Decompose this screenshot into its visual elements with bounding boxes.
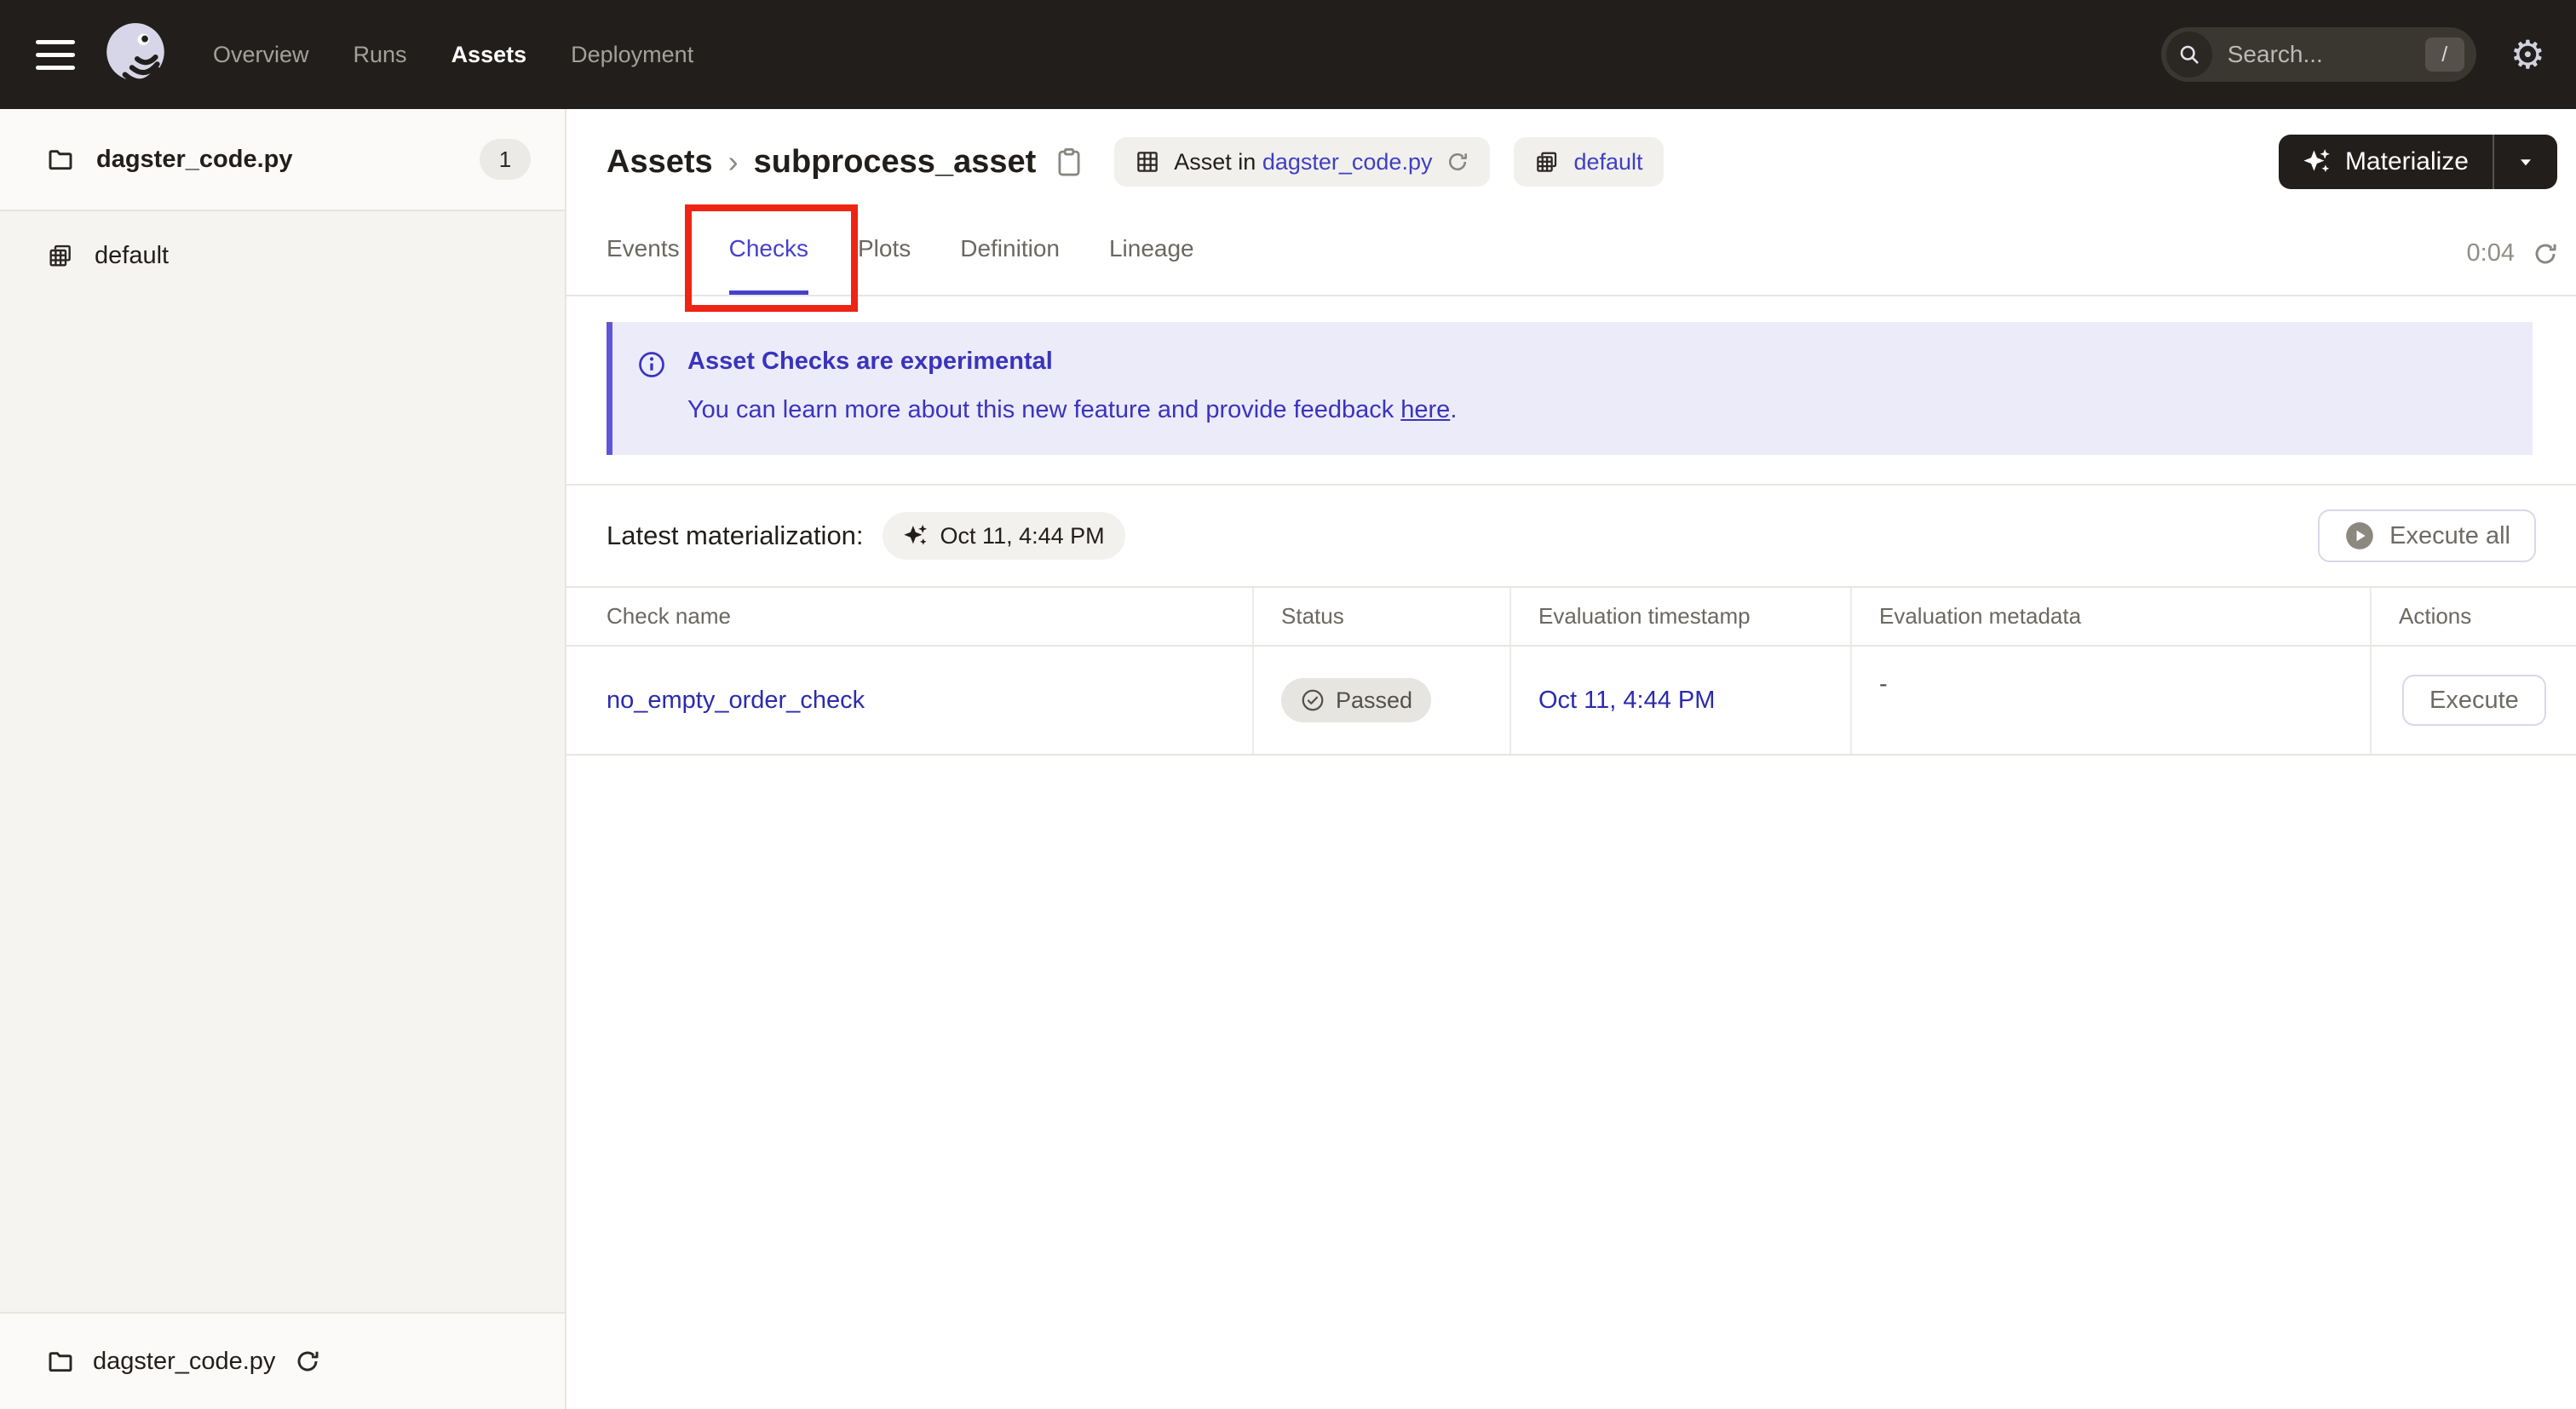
group-badge[interactable]: default — [1514, 137, 1664, 187]
sidebar-item-label: dagster_code.py — [96, 145, 293, 173]
asset-count-badge: 1 — [480, 139, 531, 180]
nav-right: / ⚙ — [2160, 27, 2545, 82]
sidebar: dagster_code.py 1 default dagster_code.p… — [0, 109, 566, 1409]
code-location-link[interactable]: dagster_code.py — [1262, 149, 1433, 175]
check-name-link[interactable]: no_empty_order_check — [566, 647, 1254, 754]
col-evaluation-timestamp: Evaluation timestamp — [1511, 588, 1852, 645]
sidebar-footer-label: dagster_code.py — [93, 1347, 276, 1375]
caret-down-icon — [2521, 159, 2531, 166]
nav-link-deployment[interactable]: Deployment — [571, 42, 693, 68]
breadcrumb: Assets › subprocess_asset — [607, 144, 1085, 181]
sparkle-icon — [903, 524, 927, 545]
materialize-label: Materialize — [2344, 147, 2469, 175]
asset-in-text: Asset in dagster_code.py — [1174, 148, 1433, 175]
evaluation-metadata-cell: - — [1852, 647, 2372, 754]
body: dagster_code.py 1 default dagster_code.p… — [0, 109, 2576, 1409]
reload-icon[interactable] — [1446, 150, 1469, 174]
copy-icon[interactable] — [1053, 146, 1085, 178]
refresh-timer: 0:04 — [2467, 239, 2559, 295]
execute-all-button[interactable]: Execute all — [2318, 509, 2536, 562]
folder-icon — [49, 1352, 72, 1372]
sidebar-item-code-location[interactable]: dagster_code.py 1 — [0, 109, 565, 211]
top-nav: Overview Runs Assets Deployment / ⚙ — [0, 0, 2576, 109]
tab-definition[interactable]: Definition — [960, 201, 1060, 295]
check-circle-icon — [1302, 689, 1324, 711]
search-input[interactable] — [2225, 40, 2412, 69]
folder-icon — [49, 150, 72, 170]
tab-checks-label: Checks — [728, 235, 808, 262]
info-icon — [639, 352, 664, 377]
nav-link-runs[interactable]: Runs — [354, 42, 407, 68]
refresh-icon[interactable] — [2532, 240, 2559, 267]
search-box[interactable]: / — [2160, 27, 2476, 82]
asset-header: Assets › subprocess_asset Asset in dagst… — [566, 109, 2576, 196]
banner-text: Asset Checks are experimental You can le… — [687, 348, 1457, 424]
search-shortcut-badge: / — [2424, 37, 2464, 72]
sidebar-footer-code-location[interactable]: dagster_code.py — [0, 1312, 565, 1409]
checks-table: Check name Status Evaluation timestamp E… — [566, 586, 2576, 756]
timer-value: 0:04 — [2466, 239, 2515, 267]
col-actions: Actions — [2399, 603, 2472, 629]
col-evaluation-metadata: Evaluation metadata — [1852, 588, 2372, 645]
status-cell: Passed — [1254, 647, 1511, 754]
tab-checks[interactable]: Checks — [684, 201, 858, 312]
latest-materialization-label: Latest materialization: — [607, 520, 864, 550]
dagster-logo-icon[interactable] — [101, 18, 170, 91]
materialization-timestamp-chip[interactable]: Oct 11, 4:44 PM — [882, 512, 1125, 560]
tab-events[interactable]: Events — [607, 201, 680, 295]
asset-badges: Asset in dagster_code.py default — [1114, 137, 1664, 187]
tab-plots[interactable]: Plots — [858, 201, 911, 295]
reload-icon[interactable] — [294, 1348, 321, 1375]
table-row: no_empty_order_check Passed Oct 11, 4:44… — [566, 647, 2576, 756]
page-title: subprocess_asset — [753, 143, 1037, 180]
materialize-button[interactable]: Materialize — [2279, 135, 2493, 189]
asset-group-icon — [49, 244, 71, 267]
tabs-list: Events Checks Plots Definition Lineage — [607, 201, 1194, 312]
checks-toolbar: Latest materialization: Oct 11, 4:44 PM … — [566, 486, 2576, 586]
asset-tabs: Events Checks Plots Definition Lineage 0… — [566, 201, 2576, 312]
sparkle-icon — [2303, 149, 2330, 173]
materialize-split-button: Materialize — [2278, 135, 2557, 189]
status-badge: Passed — [1281, 678, 1432, 722]
main-content: Assets › subprocess_asset Asset in dagst… — [566, 109, 2576, 1409]
breadcrumb-assets[interactable]: Assets — [607, 144, 713, 181]
experimental-banner: Asset Checks are experimental You can le… — [607, 322, 2533, 455]
nav-link-overview[interactable]: Overview — [213, 42, 309, 68]
nav-link-assets[interactable]: Assets — [451, 42, 527, 68]
gear-icon[interactable]: ⚙ — [2510, 35, 2545, 74]
col-status: Status — [1254, 588, 1511, 645]
sidebar-item-default-group[interactable]: default — [0, 211, 565, 300]
hamburger-menu-icon[interactable] — [36, 39, 75, 70]
timestamp-chip-label: Oct 11, 4:44 PM — [940, 522, 1105, 549]
nav-left: Overview Runs Assets Deployment — [36, 18, 693, 91]
nav-links: Overview Runs Assets Deployment — [213, 42, 693, 68]
table-header: Check name Status Evaluation timestamp E… — [566, 588, 2576, 647]
breadcrumb-separator: › — [727, 144, 739, 179]
asset-in-badge[interactable]: Asset in dagster_code.py — [1114, 137, 1491, 187]
group-grid-icon — [1537, 152, 1557, 172]
search-icon — [2165, 32, 2212, 78]
sidebar-item-label: default — [95, 241, 170, 269]
execute-all-label: Execute all — [2389, 521, 2510, 549]
feedback-link[interactable]: here — [1400, 396, 1450, 423]
dagster-app: Overview Runs Assets Deployment / ⚙ — [0, 0, 2576, 1409]
materialize-dropdown-button[interactable] — [2494, 135, 2557, 189]
tab-lineage[interactable]: Lineage — [1109, 201, 1194, 295]
banner-body: You can learn more about this new featur… — [687, 396, 1458, 423]
asset-grid-icon — [1137, 152, 1159, 172]
evaluation-timestamp-link[interactable]: Oct 11, 4:44 PM — [1511, 647, 1852, 754]
col-check-name: Check name — [566, 588, 1254, 645]
execute-button[interactable]: Execute — [2402, 675, 2546, 726]
play-circle-icon — [2346, 522, 2373, 549]
banner-title: Asset Checks are experimental — [687, 348, 1053, 375]
status-label: Passed — [1336, 687, 1413, 713]
group-link[interactable]: default — [1573, 149, 1642, 175]
actions-cell: Execute — [2372, 647, 2576, 754]
